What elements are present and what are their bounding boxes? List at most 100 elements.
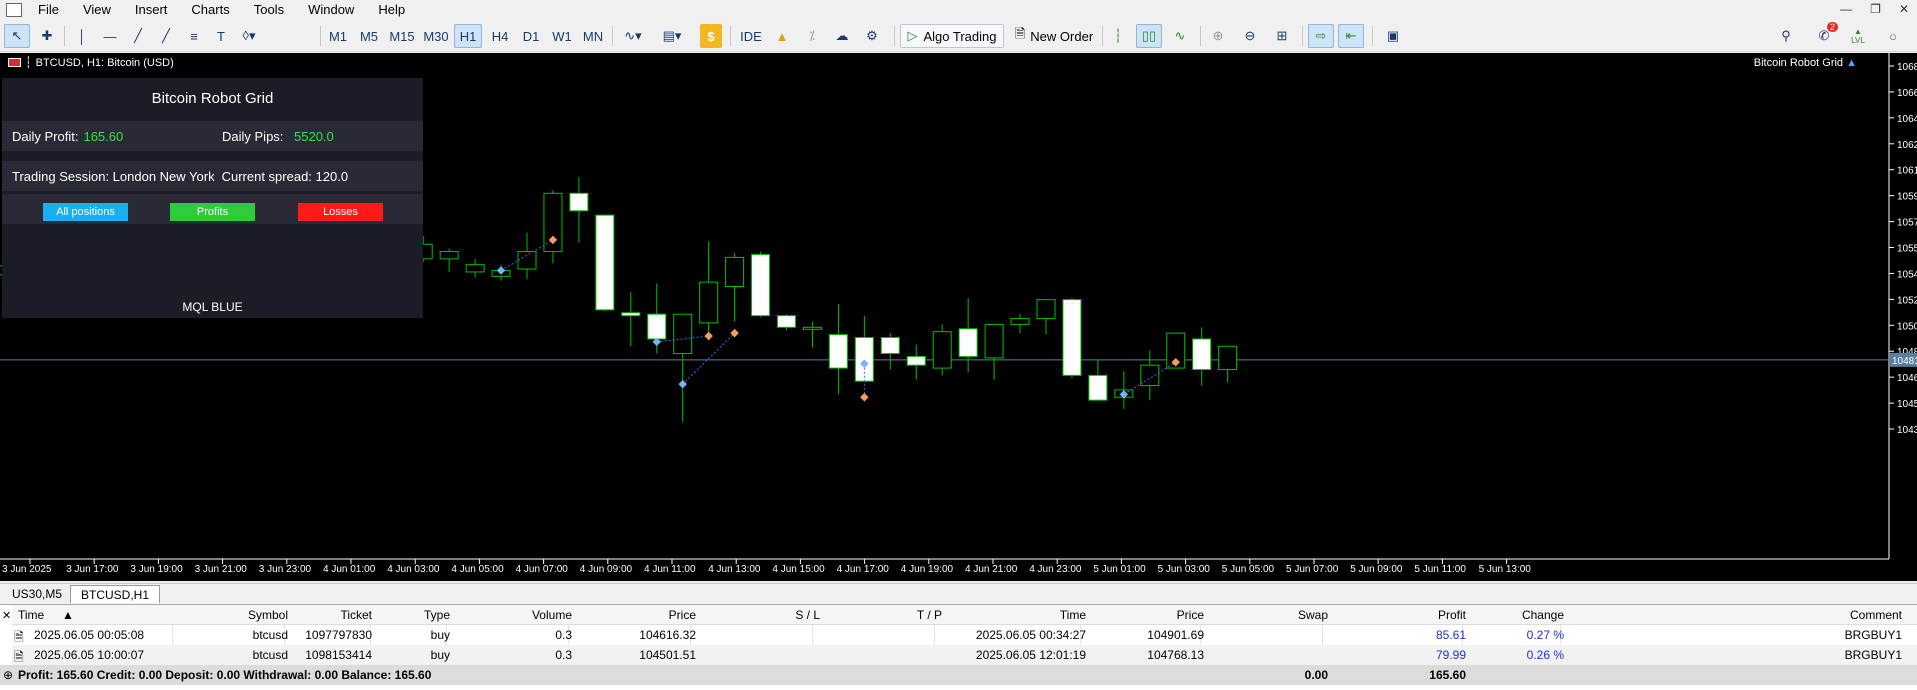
tf-m15[interactable]: M15 [386,24,418,48]
algo-trading-button[interactable]: ▷ Algo Trading [900,24,1004,48]
horizontal-line-icon[interactable]: — [98,24,122,48]
col-change[interactable]: Change [1462,608,1564,622]
losses-button[interactable]: Losses [298,203,383,221]
app-icon [6,3,22,17]
tf-h1[interactable]: H1 [454,24,482,48]
col-close-price[interactable]: Price [1080,608,1204,622]
tab-btcusd[interactable]: BTCUSD,H1 [70,585,161,603]
panel-footer: MQL BLUE [182,300,243,314]
autoscroll-icon[interactable]: ⇨ [1308,24,1334,48]
cell-close-time: 2025.06.05 12:01:19 [975,648,1086,662]
all-positions-button[interactable]: All positions [43,203,128,221]
col-ticket[interactable]: Ticket [284,608,372,622]
menu-window[interactable]: Window [296,0,366,20]
table-row[interactable]: 🗎 2025.06.05 00:05:08 btcusd 1097797830 … [12,625,1917,645]
chart-shift-icon[interactable]: ⇤ [1338,24,1364,48]
tf-m1[interactable]: M1 [324,24,352,48]
tf-d1[interactable]: D1 [517,24,545,48]
cell-profit: 79.99 [1435,648,1466,662]
daily-stats-row: Daily Profit: 165.60 Daily Pips: 5520.0 [2,121,423,151]
col-swap[interactable]: Swap [1200,608,1328,622]
vps-icon[interactable]: ⚙ [860,24,884,48]
templates-icon[interactable]: ▤▾ [654,24,690,48]
cell-time: 2025.06.05 00:05:08 [34,628,145,642]
col-price[interactable]: Price [568,608,696,622]
col-comment[interactable]: Comment [1802,608,1902,622]
cell-change: 0.27 % [1526,628,1564,642]
tab-us30[interactable]: US30,M5 [2,585,72,603]
cloud-icon[interactable]: ☁ [830,24,854,48]
menu-help[interactable]: Help [366,0,417,20]
close-icon[interactable]: ✕ [1899,2,1909,16]
notifications-icon[interactable]: ✆ 2 [1810,22,1838,48]
cell-comment: BRGBUY1 [1844,628,1902,642]
daily-pips-value: 5520.0 [294,128,334,144]
bearish-candle [958,328,978,357]
chart-type-icon[interactable]: ∿▾ [616,24,650,48]
price-tick-label: 106121.80 [1897,166,1917,177]
time-tick-label: 3 Jun 2025 [2,564,52,575]
bar-chart-icon[interactable]: ┆ [1106,24,1130,48]
chart-area[interactable]: 106833.80 106655.80 106477.80 106299.80 1061… [0,53,1917,581]
col-volume[interactable]: Volume [446,608,572,622]
table-row[interactable]: 🗎 2025.06.05 10:00:07 btcusd 1098153414 … [12,645,1917,665]
account-icon[interactable]: ○ [1880,24,1906,48]
menu-file[interactable]: File [26,0,71,20]
session-row: Trading Session: London New York Current… [2,161,423,191]
tf-m30[interactable]: M30 [420,24,452,48]
spread-label: Current spread: 120.0 [221,168,349,184]
signals-icon[interactable]: ⁒ [800,24,824,48]
col-symbol[interactable]: Symbol [172,608,288,622]
grid-icon[interactable]: ⊞ [1270,24,1294,48]
tf-mn[interactable]: MN [578,24,608,48]
fibonacci-icon[interactable]: ≡ [182,24,206,48]
market-icon[interactable]: $ [700,24,722,48]
shapes-icon[interactable]: ◊▾ [234,24,264,48]
menu-insert[interactable]: Insert [123,0,180,20]
tf-w1[interactable]: W1 [548,24,576,48]
minimize-icon[interactable]: — [1840,2,1852,16]
screenshot-icon[interactable]: ▣ [1380,24,1406,48]
tf-m5[interactable]: M5 [355,24,383,48]
menu-view[interactable]: View [71,0,123,20]
new-order-button[interactable]: 🗎 New Order [1008,24,1100,48]
crosshair-icon[interactable]: ✚ [34,24,60,48]
toolbar: ↖ ✚ │ — ╱ ╱ ≡ T ◊▾ M1 M5 M15 M30 H1 H4 D… [0,20,1917,52]
col-time[interactable]: Time [18,608,44,622]
cursor-icon[interactable]: ↖ [4,24,30,48]
bearish-candle [906,355,926,366]
bullish-candle [465,264,485,273]
expand-icon[interactable]: ⊕ [3,668,13,682]
close-icon[interactable]: ✕ [2,609,11,622]
new-order-icon: 🗎 [1014,26,1026,41]
ide-button[interactable]: IDE [736,24,766,48]
col-profit[interactable]: Profit [1322,608,1466,622]
menu-charts[interactable]: Charts [179,0,241,20]
trade-exit-marker [860,392,869,402]
restore-icon[interactable]: ❐ [1870,2,1881,16]
time-tick-label: 5 Jun 09:00 [1350,564,1403,575]
candlestick-icon[interactable]: ▯▯ [1136,24,1162,48]
tf-h4[interactable]: H4 [486,24,514,48]
col-close-time[interactable]: Time [934,608,1086,622]
line-chart-icon[interactable]: ∿ [1168,24,1192,48]
zoom-out-icon[interactable]: ⊖ [1238,24,1262,48]
col-sl[interactable]: S / L [690,608,820,622]
trade-exit-marker [704,331,713,341]
search-icon[interactable]: ⚲ [1774,24,1798,48]
time-tick-label: 4 Jun 15:00 [772,564,825,575]
vertical-line-icon[interactable]: │ [70,24,94,48]
text-tool-icon[interactable]: T [210,24,232,48]
col-type[interactable]: Type [370,608,450,622]
channel-icon[interactable]: ╱ [154,24,178,48]
bullish-candle [1218,345,1238,371]
menu-tools[interactable]: Tools [242,0,296,20]
cell-volume: 0.3 [555,628,572,642]
bag-icon[interactable]: ▲ [770,24,794,48]
level-icon[interactable]: ▲ LVL [1846,24,1870,48]
zoom-in-icon[interactable]: ⊕ [1206,24,1230,48]
col-tp[interactable]: T / P [812,608,942,622]
trendline-icon[interactable]: ╱ [126,24,150,48]
profits-button[interactable]: Profits [170,203,255,221]
summary-text: Profit: 165.60 Credit: 0.00 Deposit: 0.0… [18,668,432,682]
